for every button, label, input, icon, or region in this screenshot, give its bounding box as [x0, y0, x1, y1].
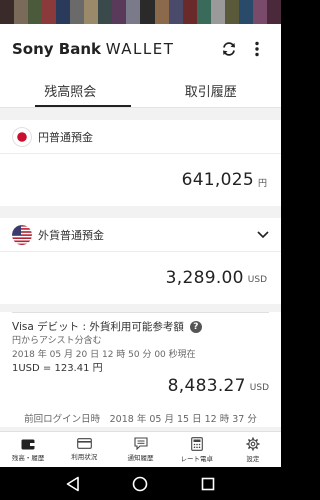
- status-bar: [0, 0, 281, 24]
- nav-label: 利用状況: [71, 453, 98, 461]
- back-icon[interactable]: [66, 476, 80, 492]
- chevron-down-icon[interactable]: [257, 230, 269, 239]
- jpy-balance-row: 641,025 円: [0, 154, 281, 206]
- app-bar: Sony Bank WALLET: [0, 24, 281, 74]
- visa-unit: USD: [249, 383, 269, 393]
- system-navigation-bar: [0, 467, 281, 500]
- status-bar-segment: [196, 0, 211, 24]
- help-icon[interactable]: ?: [189, 320, 202, 333]
- jpy-balance: 641,025: [181, 170, 254, 190]
- status-bar-segment: [14, 0, 29, 24]
- wallet-icon: [21, 439, 36, 449]
- status-bar-segment: [168, 0, 183, 24]
- status-bar-segment: [140, 0, 155, 24]
- japan-flag-icon: [12, 126, 32, 147]
- tab-bar: 残高照会 取引履歴: [0, 74, 281, 108]
- status-bar-segment: [112, 0, 127, 24]
- status-bar-segment: [28, 0, 43, 24]
- calculator-icon: [190, 436, 203, 451]
- usd-unit: USD: [247, 275, 267, 285]
- status-bar-segment: [42, 0, 57, 24]
- nav-label: 通知履歴: [127, 454, 154, 462]
- jpy-account-title: 円普通預金: [38, 130, 93, 144]
- home-icon[interactable]: [132, 476, 148, 492]
- status-bar-segment: [126, 0, 141, 24]
- status-bar-segment: [210, 0, 225, 24]
- status-bar-segment: [266, 0, 281, 24]
- recents-icon[interactable]: [201, 477, 215, 491]
- status-bar-segment: [182, 0, 197, 24]
- message-icon: [133, 437, 148, 450]
- status-bar-segment: [238, 0, 253, 24]
- status-bar-segment: [0, 0, 15, 24]
- nav-notifications[interactable]: 通知履歴: [112, 432, 168, 467]
- jpy-account-header: 円普通預金: [0, 120, 281, 154]
- tab-balance[interactable]: 残高照会: [0, 74, 141, 107]
- nav-balance-history[interactable]: 残高・履歴: [0, 432, 56, 467]
- gear-icon: [246, 437, 260, 450]
- refresh-button[interactable]: [215, 35, 243, 63]
- usd-account-card[interactable]: 外貨普通預金 3,289.00 USD: [0, 218, 281, 304]
- visa-timestamp: 2018 年 05 月 20 日 12 時 50 分 00 秒現在: [12, 350, 196, 360]
- status-bar-segment: [56, 0, 71, 24]
- more-vertical-icon: [255, 41, 259, 57]
- jpy-account-card[interactable]: 円普通預金 641,025 円: [0, 120, 281, 206]
- last-login-info: 前回ログイン日時 2018 年 05 月 15 日 12 時 37 分: [24, 414, 257, 425]
- nav-label: 設定: [246, 454, 260, 463]
- visa-available-amount: 8,483.27: [167, 376, 246, 396]
- usd-balance: 3,289.00: [165, 268, 244, 288]
- nav-label: レート電卓: [180, 454, 213, 463]
- brand-suffix: WALLET: [105, 40, 175, 58]
- nav-label: 残高・履歴: [11, 453, 45, 462]
- status-bar-segment: [224, 0, 239, 24]
- status-bar-segment: [252, 0, 267, 24]
- us-flag-icon: [12, 224, 32, 245]
- overflow-menu-button[interactable]: [243, 35, 271, 63]
- status-bar-segment: [98, 0, 113, 24]
- app-screen: Sony Bank WALLET 残高照会 取引履歴 円普通預金 641,025…: [0, 24, 281, 467]
- visa-amount-row: 8,483.27 USD: [12, 376, 269, 396]
- app-title: Sony Bank WALLET: [12, 40, 215, 58]
- visa-assist-note: 円からアシスト分含む: [12, 336, 102, 346]
- nav-usage[interactable]: 利用状況: [56, 432, 112, 467]
- nav-rate-calculator[interactable]: レート電卓: [169, 432, 225, 467]
- usd-balance-row: 3,289.00 USD: [0, 252, 281, 304]
- tab-history[interactable]: 取引履歴: [141, 74, 282, 107]
- jpy-unit: 円: [257, 178, 267, 189]
- usd-account-header: 外貨普通預金: [0, 218, 281, 252]
- nav-settings[interactable]: 設定: [225, 432, 281, 467]
- visa-title-row: Visa デビット : 外貨利用可能参考額 ?: [12, 313, 269, 334]
- bottom-navigation: 残高・履歴 利用状況 通知履歴 レート電卓 設定: [0, 431, 281, 467]
- status-bar-segment: [154, 0, 169, 24]
- status-bar-segment: [84, 0, 99, 24]
- usd-account-title: 外貨普通預金: [38, 228, 104, 242]
- exchange-rate: 1USD = 123.41 円: [12, 363, 103, 374]
- card-icon: [76, 438, 92, 449]
- status-bar-segment: [70, 0, 85, 24]
- brand-name: Sony Bank: [12, 40, 101, 58]
- refresh-icon: [223, 42, 235, 56]
- visa-title: Visa デビット : 外貨利用可能参考額: [12, 321, 184, 333]
